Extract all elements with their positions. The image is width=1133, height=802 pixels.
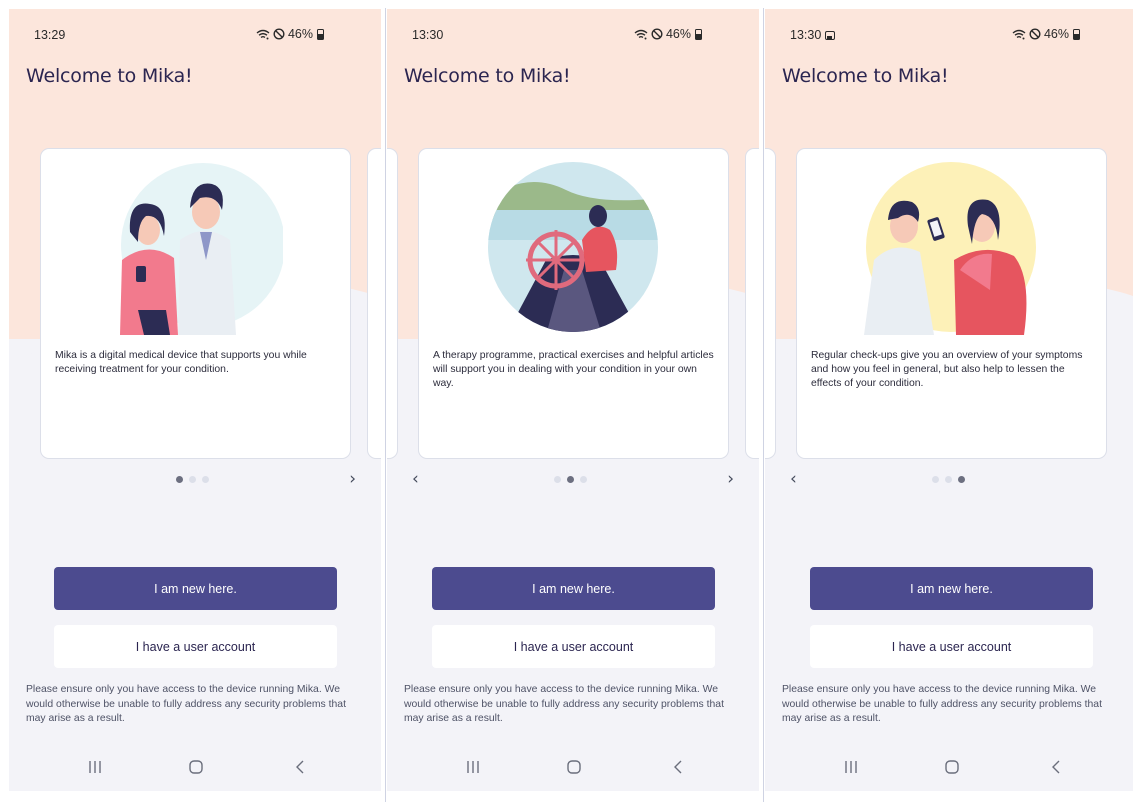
page-dot-2[interactable] (189, 476, 196, 483)
system-navbar (765, 751, 1133, 791)
security-disclaimer: Please ensure only you have access to th… (782, 684, 1102, 724)
carousel-card[interactable]: Mika is a digital medical device that su… (40, 148, 351, 459)
do-not-disturb-icon (273, 28, 285, 40)
home-icon[interactable] (188, 759, 204, 775)
status-time: 13:30 (412, 28, 444, 42)
login-button[interactable]: I have a user account (54, 625, 337, 668)
onboarding-screen-3: 13:30 46% Welcome to Mika! Regular check… (765, 9, 1133, 791)
carousel-pager: ‹ (765, 469, 1133, 489)
carousel-card[interactable]: A therapy programme, practical exercises… (418, 148, 729, 459)
page-dot-3[interactable] (958, 476, 965, 483)
carousel-next-card[interactable] (367, 148, 381, 459)
wifi-icon (256, 29, 270, 39)
battery-percent: 46% (287, 27, 313, 41)
doctor-checkup-illustration (864, 162, 1036, 335)
patient-and-doctor-illustration (120, 163, 283, 335)
status-bar: 13:29 46% (9, 9, 381, 49)
status-time-text: 13:30 (790, 28, 822, 42)
card-description: Regular check-ups give you an overview o… (811, 350, 1083, 390)
page-title: Welcome to Mika! (782, 65, 949, 87)
back-icon[interactable] (671, 759, 687, 775)
login-button[interactable]: I have a user account (810, 625, 1093, 668)
wifi-icon (634, 29, 648, 39)
recents-icon[interactable] (843, 759, 859, 775)
page-dot-2[interactable] (945, 476, 952, 483)
battery-icon (695, 28, 702, 40)
home-icon[interactable] (566, 759, 582, 775)
recents-icon[interactable] (87, 759, 103, 775)
do-not-disturb-icon (1029, 28, 1041, 40)
carousel-card[interactable]: Regular check-ups give you an overview o… (796, 148, 1107, 459)
card-description: Mika is a digital medical device that su… (55, 350, 307, 376)
do-not-disturb-icon (651, 28, 663, 40)
chevron-right-icon[interactable]: › (349, 469, 356, 489)
onboarding-screen-2: 13:30 46% Welcome to Mika! A therapy pro… (387, 9, 759, 791)
chevron-left-icon[interactable]: ‹ (790, 469, 797, 489)
recents-icon[interactable] (465, 759, 481, 775)
status-time: 13:30 (790, 28, 836, 42)
chevron-left-icon[interactable]: ‹ (412, 469, 419, 489)
screenshot-triptych: 13:29 46% Welcome to Mika! Mika is a dig… (0, 0, 1133, 802)
carousel-pager: ‹ › (387, 469, 759, 489)
carousel-prev-card[interactable] (387, 148, 398, 459)
home-icon[interactable] (944, 759, 960, 775)
carousel-prev-card[interactable] (765, 148, 776, 459)
new-user-button[interactable]: I am new here. (432, 567, 715, 610)
wifi-icon (1012, 29, 1026, 39)
page-dot-3[interactable] (580, 476, 587, 483)
ship-wheel-illustration (488, 162, 658, 332)
page-dot-3[interactable] (202, 476, 209, 483)
new-user-button[interactable]: I am new here. (54, 567, 337, 610)
panel-divider (385, 8, 386, 802)
carousel-pager: › (9, 469, 381, 489)
back-icon[interactable] (293, 759, 309, 775)
status-time: 13:29 (34, 28, 66, 42)
page-title: Welcome to Mika! (404, 65, 571, 87)
page-dot-2[interactable] (567, 476, 574, 483)
security-disclaimer: Please ensure only you have access to th… (26, 684, 346, 724)
login-button[interactable]: I have a user account (432, 625, 715, 668)
back-icon[interactable] (1049, 759, 1065, 775)
page-title: Welcome to Mika! (26, 65, 193, 87)
battery-icon (1073, 28, 1080, 40)
system-navbar (9, 751, 381, 791)
new-user-button[interactable]: I am new here. (810, 567, 1093, 610)
gallery-icon (825, 31, 836, 40)
page-dot-1[interactable] (554, 476, 561, 483)
battery-percent: 46% (1043, 27, 1069, 41)
chevron-right-icon[interactable]: › (727, 469, 734, 489)
battery-icon (317, 28, 324, 40)
panel-divider (763, 8, 764, 802)
page-dot-1[interactable] (932, 476, 939, 483)
system-navbar (387, 751, 759, 791)
security-disclaimer: Please ensure only you have access to th… (404, 684, 724, 724)
carousel-next-card[interactable] (745, 148, 759, 459)
status-bar: 13:30 46% (387, 9, 759, 49)
page-dot-1[interactable] (176, 476, 183, 483)
status-bar: 13:30 46% (765, 9, 1133, 49)
card-description: A therapy programme, practical exercises… (433, 350, 714, 390)
onboarding-screen-1: 13:29 46% Welcome to Mika! Mika is a dig… (9, 9, 381, 791)
battery-percent: 46% (665, 27, 691, 41)
